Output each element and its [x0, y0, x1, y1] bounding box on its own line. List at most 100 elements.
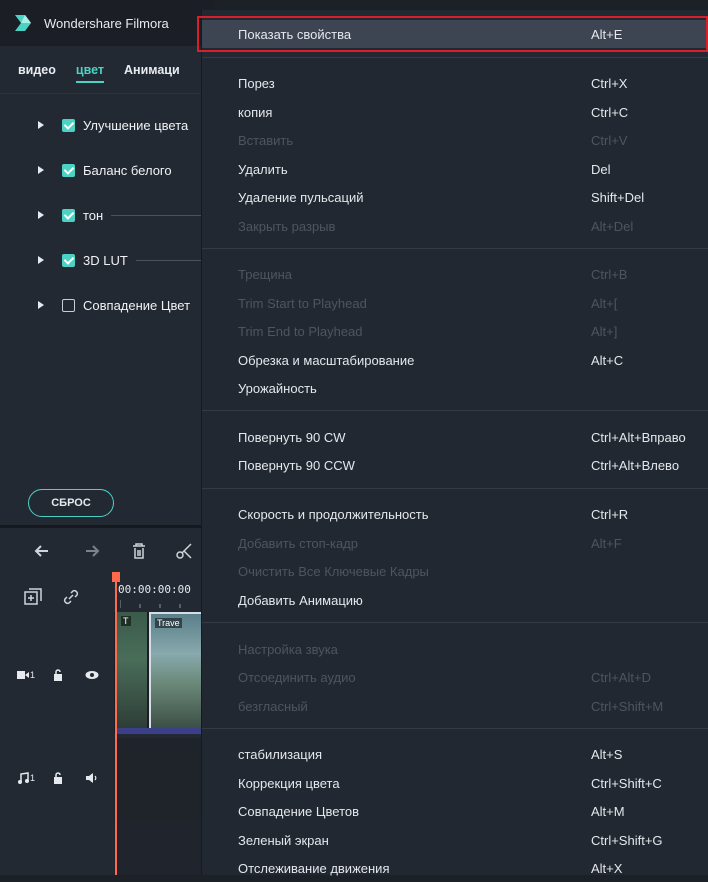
menu-item-clear-keyframes: Очистить Все Ключевые Кадры	[202, 557, 708, 585]
expand-arrow-icon[interactable]	[38, 256, 44, 264]
lock-icon[interactable]	[53, 669, 63, 681]
menu-item-label: Trim End to Playhead	[238, 323, 363, 339]
menu-separator	[202, 622, 708, 623]
tab-animation[interactable]: Анимаци	[124, 63, 180, 77]
tab-color[interactable]: цвет	[75, 63, 105, 83]
property-label: Улучшение цвета	[83, 117, 189, 133]
menu-item-label: стабилизация	[238, 746, 323, 762]
menu-item-paste: Вставить Ctrl+V	[202, 126, 708, 154]
menu-item-label: безгласный	[238, 698, 308, 714]
context-menu: Показать свойства Alt+E Порез Ctrl+X коп…	[201, 10, 708, 876]
eye-icon[interactable]	[85, 670, 99, 680]
menu-item-shortcut: Ctrl+C	[591, 104, 629, 120]
property-row-tone[interactable]: тон	[0, 204, 214, 226]
checkbox-3d-lut[interactable]	[62, 253, 75, 267]
trash-icon[interactable]	[126, 538, 152, 564]
menu-item-freeze-frame: Добавить стоп-кадр Alt+F	[202, 529, 708, 557]
expand-arrow-icon[interactable]	[38, 211, 44, 219]
menu-item-label: Порез	[238, 75, 275, 91]
menu-item-shortcut: Alt+F	[591, 535, 622, 551]
property-label: Совпадение Цвет	[83, 297, 191, 313]
menu-item-copy[interactable]: копия Ctrl+C	[202, 98, 708, 126]
menu-item-shortcut: Ctrl+Alt+D	[591, 669, 651, 685]
menu-item-rotate-cw[interactable]: Повернуть 90 CW Ctrl+Alt+Вправо	[202, 423, 708, 451]
menu-item-speed-duration[interactable]: Скорость и продолжительность Ctrl+R	[202, 500, 708, 528]
checkbox-white-balance[interactable]	[62, 163, 75, 177]
menu-item-shortcut: Ctrl+Shift+M	[591, 698, 664, 714]
menu-item-shortcut: Ctrl+Alt+Влево	[591, 457, 680, 473]
property-row-white-balance[interactable]: Баланс белого	[0, 159, 214, 181]
menu-item-crop[interactable]: Урожайность	[202, 374, 708, 402]
menu-item-delete[interactable]: Удалить Del	[202, 155, 708, 183]
expand-arrow-icon[interactable]	[38, 121, 44, 129]
timeline-timecode: 00:00:00:00	[118, 583, 191, 596]
menu-item-motion-tracking[interactable]: Отслеживание движения Alt+X	[202, 854, 708, 882]
property-row-color-enhancement[interactable]: Улучшение цвета	[0, 114, 214, 136]
menu-item-label: Удалить	[238, 161, 288, 177]
lock-icon[interactable]	[53, 772, 63, 784]
property-tabs: видео цвет Анимаци	[0, 46, 214, 94]
menu-item-shortcut: Ctrl+V	[591, 132, 628, 148]
menu-item-close-gap: Закрыть разрыв Alt+Del	[202, 212, 708, 240]
menu-item-shortcut: Ctrl+Shift+G	[591, 832, 663, 848]
menu-item-shortcut: Ctrl+Shift+C	[591, 775, 662, 791]
property-label: 3D LUT	[83, 252, 128, 268]
clip-label: T	[121, 616, 131, 626]
add-track-icon[interactable]	[20, 584, 46, 610]
link-icon[interactable]	[58, 584, 84, 610]
menu-item-green-screen[interactable]: Зеленый экран Ctrl+Shift+G	[202, 826, 708, 854]
redo-icon[interactable]	[78, 538, 104, 564]
speaker-icon[interactable]	[85, 772, 99, 784]
checkbox-color-match[interactable]	[62, 298, 75, 312]
video-clip-selected[interactable]: Trave	[149, 612, 205, 730]
menu-item-ripple-delete[interactable]: Удаление пульсаций Shift+Del	[202, 183, 708, 211]
timeline-ruler	[120, 600, 181, 608]
video-clip[interactable]: T	[117, 612, 147, 730]
filmora-logo-icon	[15, 15, 31, 31]
reset-button[interactable]: СБРОС	[28, 489, 114, 517]
menu-item-shortcut: Alt+X	[591, 860, 623, 876]
timeline-empty-area	[114, 822, 214, 875]
expand-arrow-icon[interactable]	[38, 166, 44, 174]
checkbox-tone[interactable]	[62, 208, 75, 222]
clip-label: Trave	[155, 618, 182, 628]
property-row-3d-lut[interactable]: 3D LUT	[0, 249, 214, 271]
menu-item-shortcut: Ctrl+R	[591, 506, 629, 522]
menu-item-detach-audio: Отсоединить аудио Ctrl+Alt+D	[202, 663, 708, 691]
video-track-number: 1	[30, 670, 36, 680]
menu-item-trim-start: Trim Start to Playhead Alt+[	[202, 289, 708, 317]
divider-line	[111, 214, 214, 216]
menu-item-label: Закрыть разрыв	[238, 218, 336, 234]
audio-track-controls: 1	[0, 768, 114, 788]
menu-item-label: Вставить	[238, 132, 294, 148]
playhead[interactable]	[115, 575, 117, 875]
audio-track	[114, 738, 214, 822]
tab-video[interactable]: видео	[18, 63, 56, 77]
menu-item-label: Отсоединить аудио	[238, 669, 356, 685]
menu-separator	[202, 410, 708, 411]
property-row-color-match[interactable]: Совпадение Цвет	[0, 294, 214, 316]
filmora-app-panel: Wondershare Filmora видео цвет Анимаци У…	[0, 0, 214, 875]
menu-item-crop-zoom[interactable]: Обрезка и масштабирование Alt+C	[202, 346, 708, 374]
menu-item-cut[interactable]: Порез Ctrl+X	[202, 69, 708, 97]
menu-item-shortcut: Ctrl+X	[591, 75, 628, 91]
menu-item-shortcut: Alt+C	[591, 352, 624, 368]
menu-item-label: Удаление пульсаций	[238, 189, 364, 205]
menu-item-color-match[interactable]: Совпадение Цветов Alt+M	[202, 797, 708, 825]
menu-item-shortcut: Ctrl+B	[591, 266, 628, 282]
scissors-icon[interactable]	[172, 538, 198, 564]
menu-item-label: Трещина	[238, 266, 293, 282]
menu-item-audio-adjust: Настройка звука	[202, 635, 708, 663]
menu-item-split: Трещина Ctrl+B	[202, 260, 708, 288]
menu-item-rotate-ccw[interactable]: Повернуть 90 CCW Ctrl+Alt+Влево	[202, 451, 708, 479]
checkbox-color-enhancement[interactable]	[62, 118, 75, 132]
property-label: Баланс белого	[83, 162, 172, 178]
menu-item-color-correction[interactable]: Коррекция цвета Ctrl+Shift+C	[202, 769, 708, 797]
expand-arrow-icon[interactable]	[38, 301, 44, 309]
undo-icon[interactable]	[30, 538, 56, 564]
menu-item-stabilization[interactable]: стабилизация Alt+S	[202, 740, 708, 768]
title-bar: Wondershare Filmora	[0, 0, 214, 46]
clip-bar	[117, 728, 205, 734]
property-label: тон	[83, 207, 104, 223]
menu-item-add-animation[interactable]: Добавить Анимацию	[202, 586, 708, 614]
